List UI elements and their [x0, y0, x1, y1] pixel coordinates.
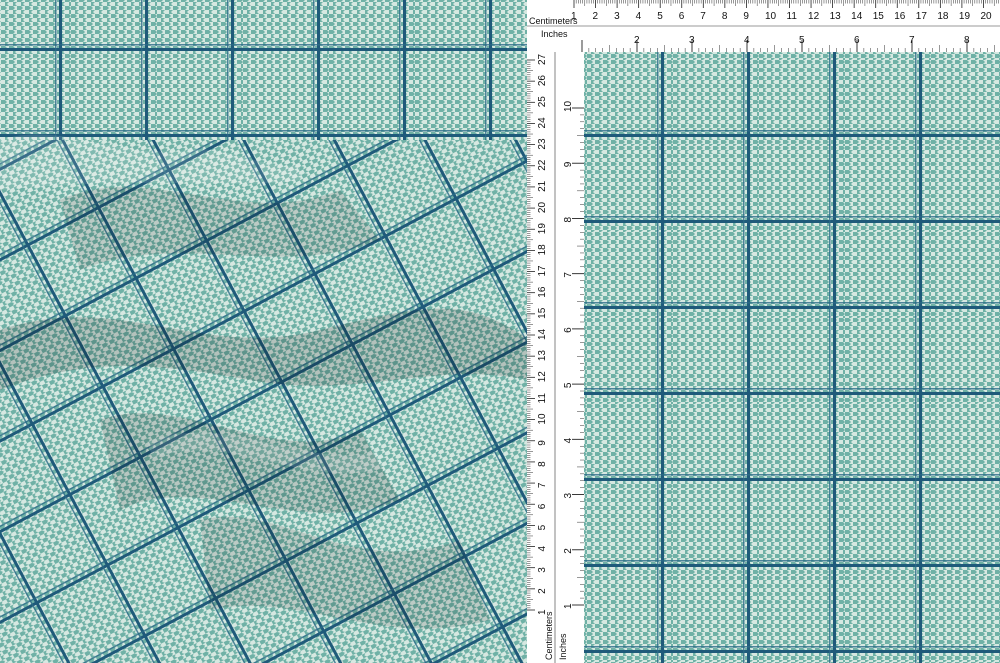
- side-cm-tick-label: 6: [537, 503, 548, 509]
- side-cm-tick-label: 13: [537, 350, 548, 362]
- side-in-tick-label: 8: [563, 216, 574, 222]
- side-in-tick-label: 5: [563, 382, 574, 388]
- side-cm-tick-label: 20: [537, 202, 548, 214]
- side-cm-tick-label: 4: [537, 546, 548, 552]
- top-cm-tick-label: 15: [873, 11, 885, 22]
- top-cm-tick-label: 6: [679, 11, 685, 22]
- top-in-tick-label: 6: [854, 35, 860, 46]
- top-in-tick-label: 2: [634, 35, 640, 46]
- side-cm-tick-label: 11: [537, 393, 548, 404]
- side-cm-tick-label: 24: [537, 117, 548, 129]
- top-ruler: [527, 0, 1000, 52]
- top-cm-tick-label: 2: [593, 11, 599, 22]
- side-in-tick-label: 2: [563, 548, 574, 554]
- side-cm-label: Centimeters: [544, 611, 554, 660]
- side-cm-tick-label: 10: [537, 413, 548, 425]
- side-cm-tick-label: 8: [537, 461, 548, 467]
- fabric-photo: Centimeters Inches Centimeters Inches 12…: [0, 0, 1000, 663]
- top-in-label: Inches: [541, 29, 568, 39]
- side-cm-tick-label: 17: [537, 265, 548, 277]
- side-cm-tick-label: 7: [537, 482, 548, 488]
- side-ruler: [527, 52, 584, 663]
- top-cm-tick-label: 12: [808, 11, 820, 22]
- side-in-tick-label: 1: [563, 603, 574, 609]
- top-cm-tick-label: 10: [765, 11, 777, 22]
- top-cm-tick-label: 4: [636, 11, 642, 22]
- top-cm-tick-label: 13: [830, 11, 842, 22]
- top-cm-tick-label: 18: [937, 11, 949, 22]
- side-cm-tick-label: 22: [537, 159, 548, 171]
- side-cm-tick-label: 18: [537, 244, 548, 256]
- top-cm-tick-label: 17: [916, 11, 928, 22]
- top-cm-tick-label: 16: [894, 11, 906, 22]
- side-cm-tick-label: 14: [537, 328, 548, 340]
- side-cm-tick-label: 3: [537, 567, 548, 573]
- side-cm-tick-label: 25: [537, 96, 548, 108]
- side-in-label: Inches: [558, 633, 568, 660]
- top-cm-tick-label: 3: [614, 11, 620, 22]
- top-cm-tick-label: 7: [700, 11, 706, 22]
- top-in-tick-label: 5: [799, 35, 805, 46]
- side-cm-tick-label: 2: [537, 588, 548, 594]
- top-cm-tick-label: 11: [787, 11, 798, 22]
- top-in-tick-label: 4: [744, 35, 750, 46]
- side-in-tick-label: 9: [563, 161, 574, 167]
- top-in-tick-label: 3: [689, 35, 695, 46]
- top-cm-tick-label: 19: [959, 11, 971, 22]
- top-in-tick-label: 8: [964, 35, 970, 46]
- side-cm-tick-label: 15: [537, 307, 548, 319]
- side-cm-tick-label: 16: [537, 286, 548, 298]
- side-cm-tick-label: 5: [537, 524, 548, 530]
- top-cm-tick-label: 9: [743, 11, 749, 22]
- top-cm-tick-label: 20: [980, 11, 992, 22]
- side-in-tick-label: 7: [563, 272, 574, 278]
- side-in-tick-label: 10: [563, 100, 574, 112]
- top-cm-tick-label: 1: [571, 11, 577, 22]
- side-cm-tick-label: 19: [537, 223, 548, 235]
- side-cm-tick-label: 12: [537, 371, 548, 383]
- draped-fabric: [0, 134, 530, 663]
- side-in-tick-label: 6: [563, 327, 574, 333]
- side-cm-tick-label: 1: [537, 609, 548, 615]
- flat-swatch: [584, 52, 1000, 663]
- top-cm-tick-label: 14: [851, 11, 863, 22]
- side-cm-tick-label: 27: [537, 53, 548, 65]
- top-in-tick-label: 7: [909, 35, 915, 46]
- top-cm-tick-label: 8: [722, 11, 728, 22]
- side-cm-tick-label: 21: [537, 180, 548, 192]
- top-cm-tick-label: 5: [657, 11, 663, 22]
- side-in-tick-label: 3: [563, 493, 574, 499]
- side-cm-tick-label: 26: [537, 75, 548, 87]
- side-cm-tick-label: 23: [537, 138, 548, 150]
- side-in-tick-label: 4: [563, 437, 574, 443]
- side-cm-tick-label: 9: [537, 440, 548, 446]
